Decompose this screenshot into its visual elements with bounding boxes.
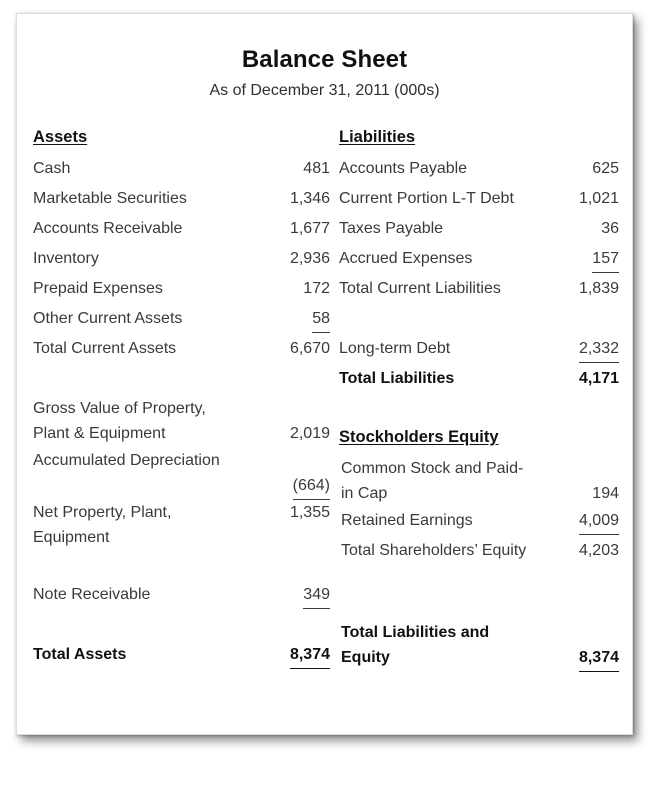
balance-sheet-card: Balance Sheet As of December 31, 2011 (0…: [16, 13, 633, 735]
row-label: Accounts Payable: [339, 160, 468, 177]
table-row: Prepaid Expenses 172: [33, 276, 330, 306]
row-value: 6,670: [289, 340, 330, 357]
row-value: 172: [303, 280, 330, 297]
row-label: Common Stock and Paid-in Cap: [341, 460, 524, 502]
table-row: Cash 481: [33, 156, 330, 186]
page-title: Balance Sheet: [241, 46, 408, 73]
table-row: Accounts Receivable 1,677: [33, 216, 330, 246]
row-value: 2,332: [578, 336, 619, 363]
row-value: 4,009: [578, 508, 619, 535]
row-label: Gross Value of Property, Plant & Equipme…: [33, 400, 206, 442]
row-label: Inventory: [33, 250, 99, 267]
liabilities-section-header: Liabilities: [339, 128, 416, 146]
table-row: Accrued Expenses 157: [339, 246, 619, 276]
table-row: Gross Value of Property, Plant & Equipme…: [33, 396, 330, 448]
row-value: 349: [303, 582, 330, 609]
row-label: Total Assets: [33, 646, 127, 663]
table-row: Inventory 2,936: [33, 246, 330, 276]
row-label: Cash: [33, 160, 71, 177]
table-row: Taxes Payable 36: [339, 216, 619, 246]
table-row: Accounts Payable 625: [339, 156, 619, 186]
row-value: 4,171: [578, 370, 619, 387]
row-value: 58: [312, 306, 330, 333]
table-row: Other Current Assets 58: [33, 306, 330, 336]
row-value: 8,374: [578, 645, 619, 672]
liabilities-column: Liabilities Accounts Payable 625 Current…: [339, 126, 619, 672]
row-spacer: [33, 612, 330, 642]
row-label: Prepaid Expenses: [33, 280, 163, 297]
row-label: Total Current Liabilities: [339, 280, 501, 297]
row-label: Accounts Receivable: [33, 220, 183, 237]
table-row: Total Current Liabilities 1,839: [339, 276, 619, 306]
row-value: 1,355: [289, 504, 330, 521]
row-label: Total Liabilities: [339, 370, 455, 387]
table-row: Net Property, Plant, Equipment 1,355: [33, 500, 330, 552]
page-subtitle: As of December 31, 2011 (000s): [209, 82, 440, 99]
row-label: Marketable Securities: [33, 190, 187, 207]
assets-section-header: Assets: [33, 128, 88, 146]
row-label: Current Portion L-T Debt: [339, 190, 514, 207]
equity-section-header: Stockholders Equity: [339, 428, 499, 446]
row-label: Accumulated Depreciation: [33, 452, 220, 469]
table-row: Retained Earnings 4,009: [339, 508, 619, 538]
row-value: 36: [601, 220, 619, 237]
total-liabilities-row: Total Liabilities 4,171: [339, 366, 619, 396]
table-row: Total Current Assets 6,670: [33, 336, 330, 366]
row-value: (664): [292, 473, 330, 500]
row-value: 481: [303, 160, 330, 177]
assets-column: Assets Cash 481 Marketable Securities 1,…: [33, 126, 330, 672]
row-label: Total Current Assets: [33, 340, 177, 357]
row-label: Long-term Debt: [339, 340, 451, 357]
total-assets-row: Total Assets 8,374: [33, 642, 330, 672]
row-label: Taxes Payable: [339, 220, 444, 237]
row-spacer: [33, 366, 330, 396]
row-spacer: [339, 396, 619, 426]
row-value: 8,374: [289, 642, 330, 669]
row-value: 157: [592, 246, 619, 273]
table-row: Current Portion L-T Debt 1,021: [339, 186, 619, 216]
table-row: Total Shareholders’ Equity 4,203: [339, 538, 619, 590]
row-label: Net Property, Plant, Equipment: [33, 504, 172, 546]
row-label: Accrued Expenses: [339, 250, 473, 267]
row-label: Retained Earnings: [341, 512, 473, 529]
row-label: Total Shareholders’ Equity: [341, 542, 527, 559]
row-value: 194: [592, 485, 619, 502]
row-value: 625: [592, 160, 619, 177]
table-row: Long-term Debt 2,332: [339, 336, 619, 366]
row-value: 1,021: [578, 190, 619, 207]
row-label: Total Liabilities and Equity: [341, 624, 490, 666]
row-value: 1,677: [289, 220, 330, 237]
row-value: 4,203: [578, 542, 619, 559]
table-row: Common Stock and Paid-in Cap 194: [339, 456, 619, 508]
row-spacer: [339, 590, 619, 620]
row-value: 1,346: [289, 190, 330, 207]
total-liabilities-and-equity-row: Total Liabilities and Equity 8,374: [339, 620, 619, 672]
row-value: 1,839: [578, 280, 619, 297]
row-label: Other Current Assets: [33, 310, 183, 327]
table-row: Note Receivable 349: [33, 582, 330, 612]
table-row: Accumulated Depreciation (664): [33, 448, 330, 500]
row-value: 2,019: [289, 425, 330, 442]
row-value: 2,936: [289, 250, 330, 267]
table-row: Marketable Securities 1,346: [33, 186, 330, 216]
row-spacer: [33, 552, 330, 582]
row-label: Note Receivable: [33, 586, 151, 603]
row-spacer: [339, 306, 619, 336]
